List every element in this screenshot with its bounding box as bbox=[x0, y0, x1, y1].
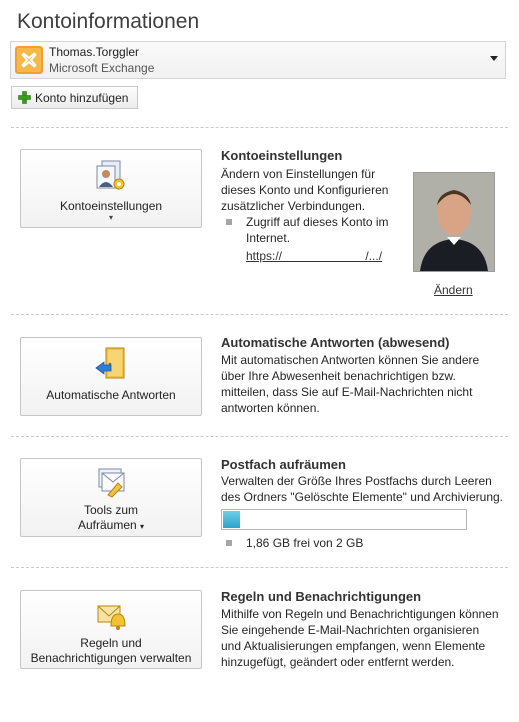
dropdown-arrow-icon: ▾ bbox=[108, 213, 113, 222]
auto-replies-button[interactable]: Automatische Antworten bbox=[20, 337, 202, 416]
web-access-link[interactable]: https:// /.../ bbox=[246, 248, 382, 264]
rules-title: Regeln und Benachrichtigungen bbox=[221, 589, 422, 604]
add-account-label: Konto hinzufügen bbox=[35, 90, 129, 105]
chevron-down-icon[interactable] bbox=[490, 56, 498, 61]
manage-rules-button[interactable]: Regeln und Benachrichtigungen verwalten bbox=[20, 590, 202, 669]
auto-replies-label: Automatische Antworten bbox=[46, 388, 176, 402]
bullet bbox=[226, 219, 232, 225]
manage-rules-label: Regeln und bbox=[80, 636, 142, 650]
account-settings-button[interactable]: Kontoeinstellungen ▾ bbox=[20, 149, 202, 228]
manage-rules-label-2: Benachrichtigungen verwalten bbox=[30, 651, 192, 665]
cleanup-tools-button[interactable]: Tools zum Aufräumen ▾ bbox=[20, 458, 202, 537]
bullet bbox=[226, 540, 232, 546]
cleanup-tools-label-2: Aufräumen ▾ bbox=[77, 518, 145, 532]
separator bbox=[11, 314, 508, 315]
account-settings-title: Kontoeinstellungen bbox=[221, 148, 343, 163]
separator bbox=[11, 567, 508, 568]
cleanup-description: Verwalten der Größe Ihres Postfachs durc… bbox=[221, 474, 503, 504]
change-photo-link[interactable]: Ändern bbox=[434, 283, 473, 297]
mailbox-quota-bar bbox=[221, 509, 467, 530]
exchange-icon bbox=[15, 46, 43, 74]
account-type: Microsoft Exchange bbox=[49, 61, 155, 75]
account-settings-label: Kontoeinstellungen bbox=[59, 199, 163, 213]
separator bbox=[11, 436, 508, 437]
account-name: Thomas.Torggler bbox=[49, 45, 140, 59]
account-settings-description: Ändern von Einstellungen für dieses Kont… bbox=[221, 167, 389, 213]
cleanup-tools-icon bbox=[98, 468, 125, 498]
web-access-text: Zugriff auf dieses Konto im Internet. bbox=[246, 215, 389, 245]
auto-replies-description: Mit automatischen Antworten können Sie a… bbox=[221, 353, 480, 415]
separator bbox=[11, 127, 508, 128]
rules-alerts-icon bbox=[97, 605, 126, 630]
rules-description: Mithilfe von Regeln und Benachrichtigung… bbox=[221, 607, 499, 669]
account-selector[interactable]: Thomas.Torggler Microsoft Exchange bbox=[10, 41, 506, 79]
auto-replies-title: Automatische Antworten (abwesend) bbox=[221, 335, 450, 350]
mailbox-quota-fill bbox=[223, 511, 241, 528]
cleanup-title: Postfach aufräumen bbox=[221, 457, 346, 472]
add-account-button[interactable]: Konto hinzufügen bbox=[11, 86, 138, 109]
plus-icon bbox=[18, 91, 31, 104]
quota-text: 1,86 GB frei von 2 GB bbox=[246, 536, 364, 550]
page-title: Kontoinformationen bbox=[17, 10, 200, 33]
cleanup-tools-label: Tools zum bbox=[83, 503, 139, 517]
account-settings-icon bbox=[96, 160, 125, 190]
profile-photo bbox=[413, 172, 495, 272]
auto-reply-door-icon bbox=[95, 347, 125, 379]
